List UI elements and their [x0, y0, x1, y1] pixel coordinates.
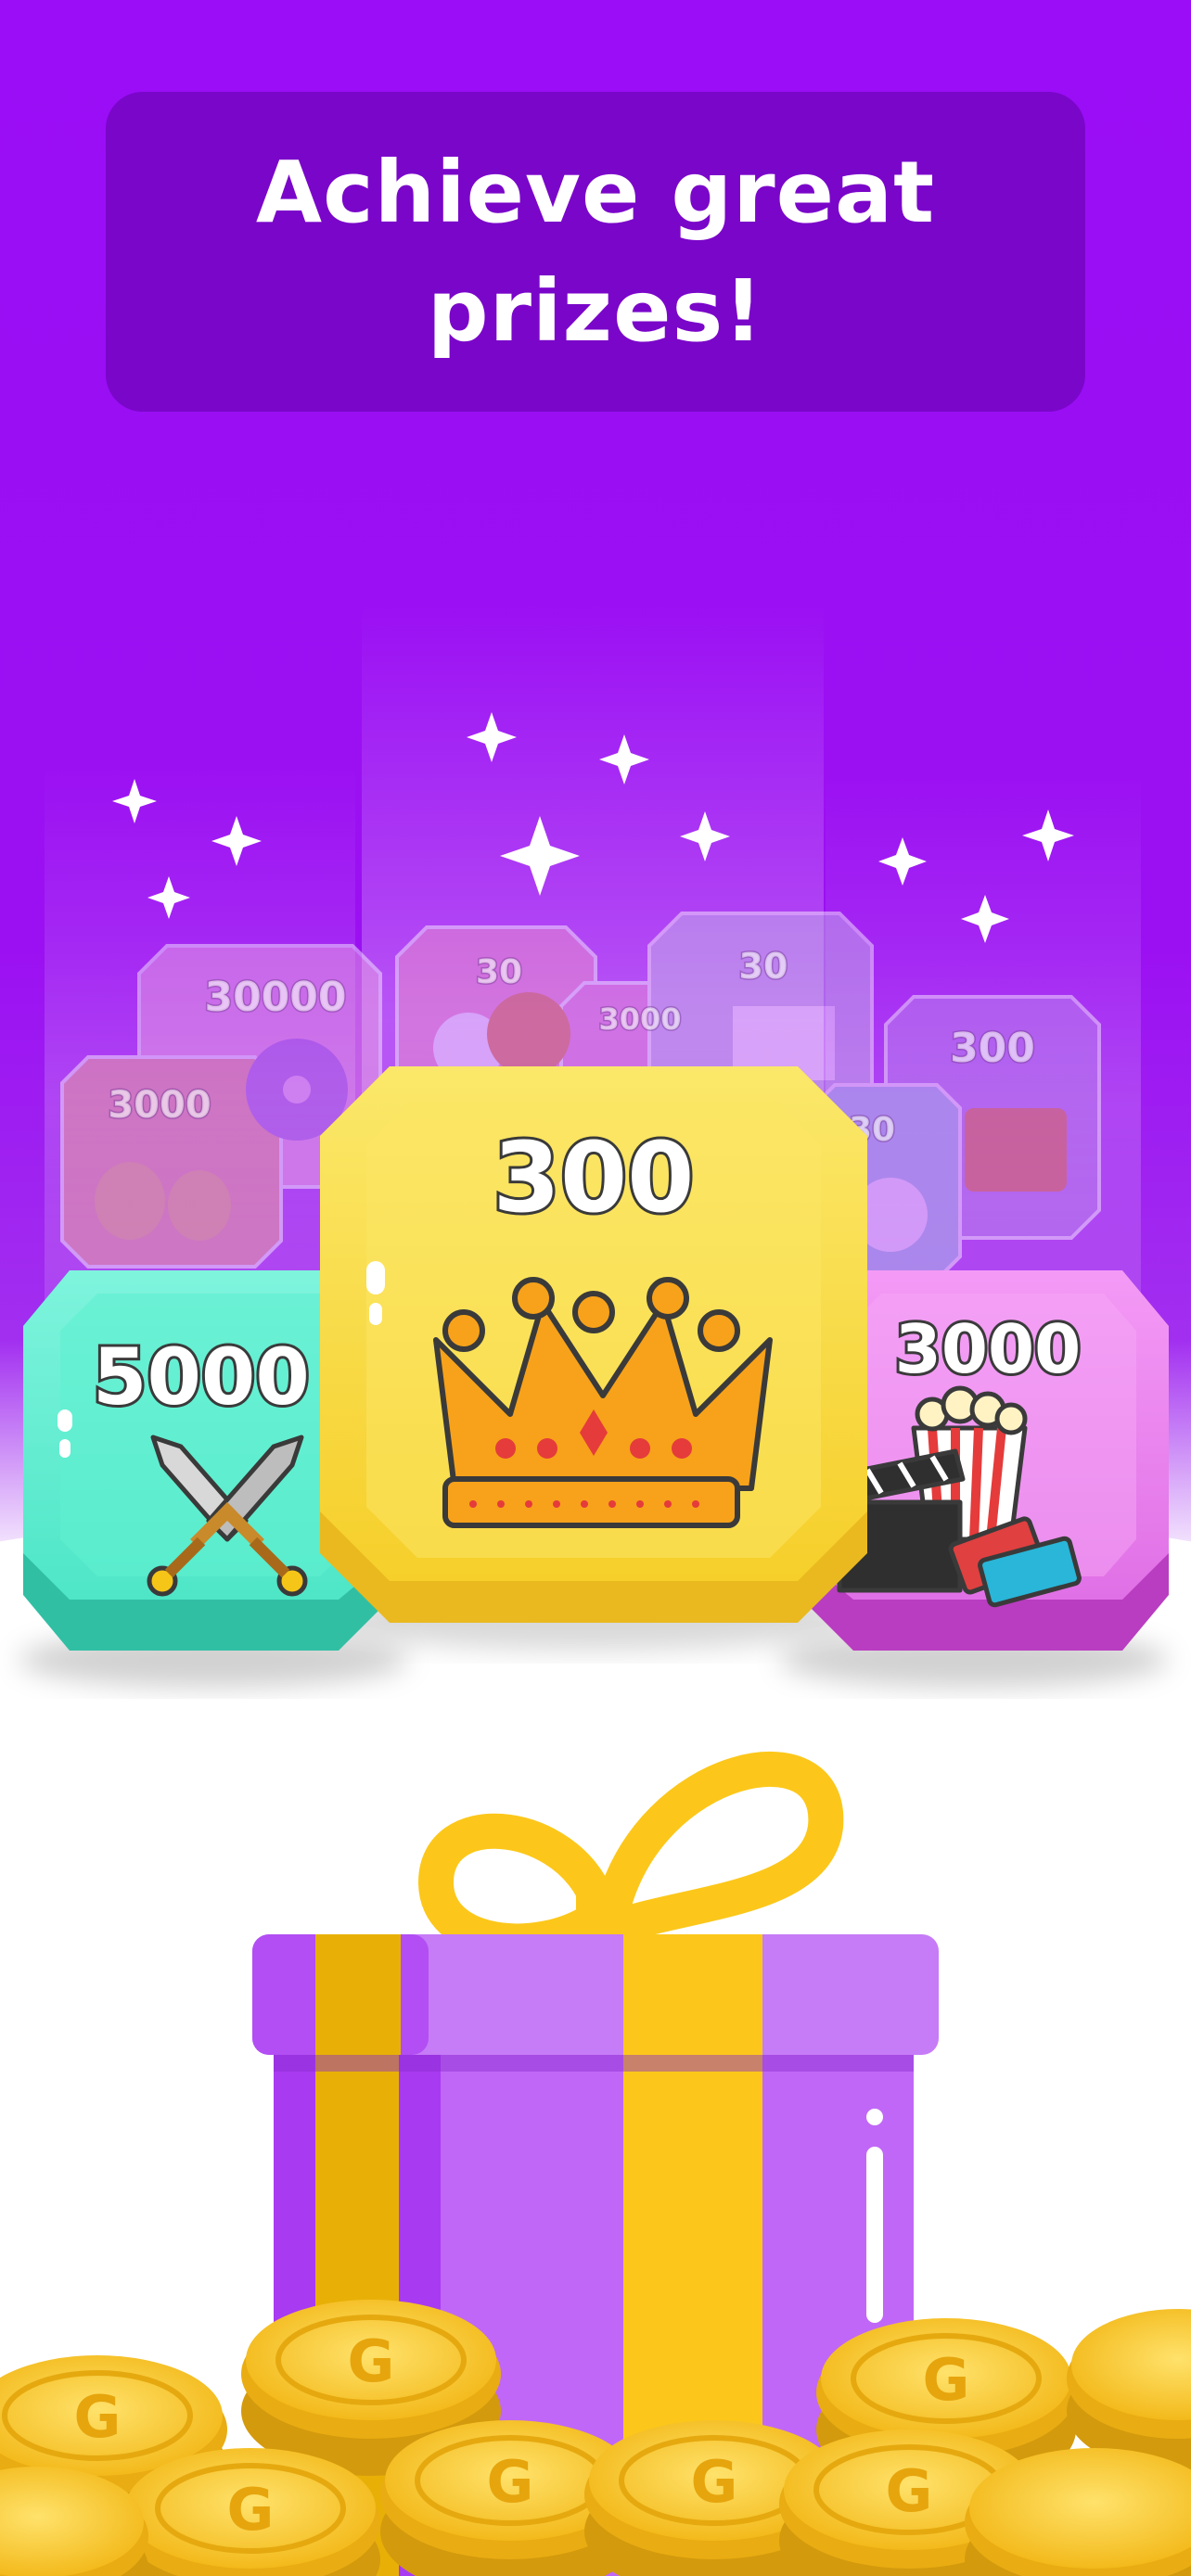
bg-card-value: 3000	[108, 1084, 211, 1127]
coin-letter: G	[227, 2476, 275, 2544]
coin-letter: G	[348, 2327, 395, 2395]
coin-letter: G	[886, 2457, 933, 2525]
sparkle-icon	[961, 895, 1009, 943]
onboarding-screen: Achieve great prizes! 30000 3000 30 3000…	[0, 0, 1191, 2576]
sparkle-icon	[680, 811, 730, 861]
bg-card-value: 3000	[598, 1001, 681, 1037]
sparkle-icon	[112, 779, 157, 823]
bg-card-value: 30000	[204, 974, 346, 1021]
coin-letter: G	[487, 2448, 534, 2516]
sparkle-icon	[500, 816, 580, 896]
sparkle-icon	[467, 712, 517, 762]
bg-card-value: 30	[476, 953, 522, 991]
sparkle-icon	[211, 816, 262, 866]
bg-card-value: 30	[739, 946, 788, 987]
illustration: 30000 3000 30 3000 30 300 30 G G G G G G…	[0, 712, 1191, 2576]
sparkle-icon	[599, 734, 649, 784]
sparkle-icon	[147, 876, 190, 919]
prize-value-right: 3000	[892, 1307, 1083, 1391]
prize-value-center: 300	[490, 1119, 697, 1236]
sparkle-icon	[1022, 810, 1074, 861]
coin-letter: G	[74, 2383, 122, 2451]
coin-letter: G	[923, 2346, 970, 2414]
coin-icon	[1067, 2309, 1191, 2471]
bg-card-value: 300	[950, 1025, 1035, 1072]
sparkle-icon	[878, 837, 927, 886]
sparkles	[112, 712, 1074, 943]
prize-value-left: 5000	[90, 1329, 313, 1425]
coin-letter: G	[691, 2448, 738, 2516]
